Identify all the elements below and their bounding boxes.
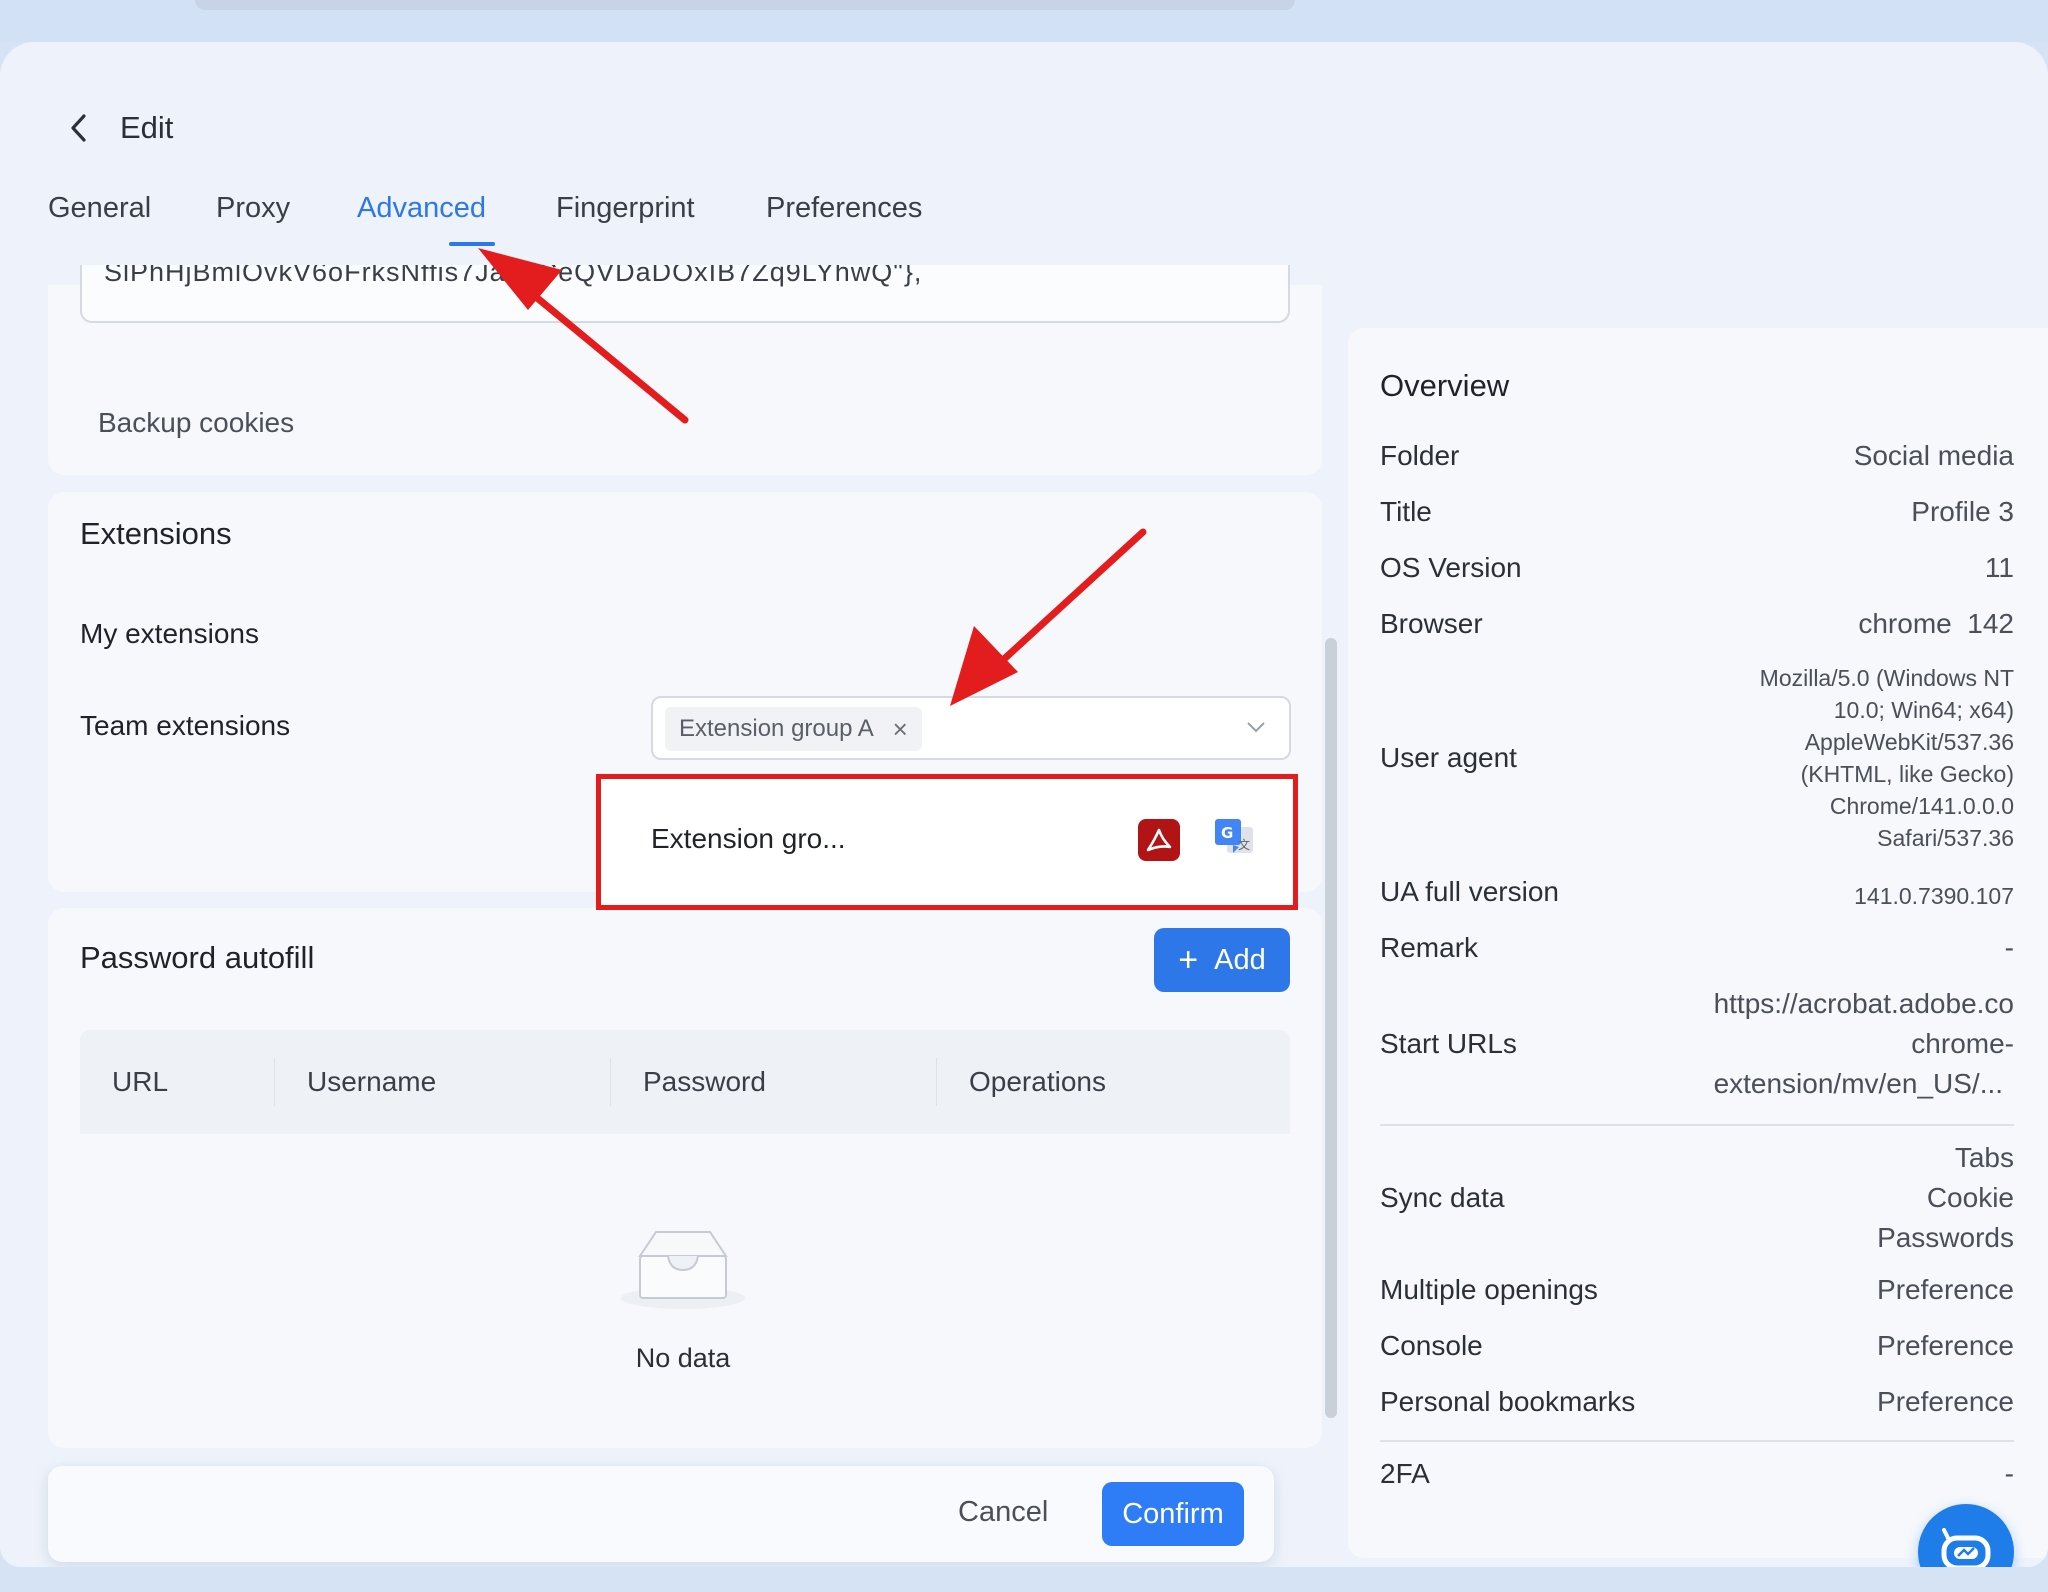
start-urls-value: https://acrobat.adobe.co chrome- extensi… [1714, 984, 2014, 1104]
cookies-card: SlPhHjBmlOvkV6oFrksNffis7Ja9gCeQVDaDOxIB… [48, 265, 1322, 475]
multiple-openings-label: Multiple openings [1380, 1274, 1598, 1305]
add-password-button[interactable]: + Add [1154, 928, 1290, 992]
column-password: Password [643, 1066, 766, 1097]
edit-window: Edit General Proxy Advanced Fingerprint … [0, 42, 2048, 1567]
remark-label: Remark [1380, 932, 1479, 963]
browser-value: chrome 142 [1858, 608, 2014, 639]
svg-text:文: 文 [1238, 837, 1250, 852]
column-divider [274, 1058, 275, 1106]
start-url-line[interactable]: chrome- [1714, 1024, 2014, 1064]
sync-data-item: Tabs [1954, 1142, 2014, 1173]
adobe-acrobat-icon [1138, 819, 1180, 861]
start-url-line[interactable]: https://acrobat.adobe.co [1714, 984, 2014, 1024]
team-extensions-select[interactable]: Extension group A × [651, 696, 1291, 760]
personal-bookmarks-value: Preference [1877, 1386, 2014, 1417]
overview-divider [1380, 1440, 2014, 1442]
twofa-label: 2FA [1380, 1458, 1430, 1489]
overview-row-sync-data: Sync data Tabs Cookie Passwords [1380, 1138, 2014, 1258]
console-value: Preference [1877, 1330, 2014, 1361]
google-translate-icon: G 文 [1215, 819, 1253, 853]
title-label: Title [1380, 496, 1432, 527]
tab-general[interactable]: General [48, 192, 151, 225]
top-bar-pill [195, 0, 1295, 10]
svg-text:G: G [1221, 824, 1233, 842]
password-autofill-card: Password autofill + Add URL Username Pas… [48, 908, 1322, 1448]
overview-title: Overview [1380, 368, 1510, 403]
footer-bar: Cancel Confirm [48, 1466, 1274, 1562]
user-agent-line: Mozilla/5.0 (Windows NT [1759, 665, 2014, 691]
close-icon[interactable]: × [893, 707, 908, 751]
overview-divider [1380, 1124, 2014, 1126]
column-username: Username [307, 1066, 437, 1097]
column-divider [936, 1058, 937, 1106]
user-agent-value: Mozilla/5.0 (Windows NT 10.0; Win64; x64… [1760, 662, 2014, 854]
multiple-openings-value: Preference [1877, 1274, 2014, 1305]
user-agent-line: AppleWebKit/537.36 [1804, 729, 2014, 755]
ua-full-version-value: 141.0.7390.107 [1854, 883, 2014, 909]
my-extensions-label: My extensions [80, 618, 259, 649]
user-agent-line: 10.0; Win64; x64) [1833, 697, 2014, 723]
tab-fingerprint[interactable]: Fingerprint [556, 192, 695, 225]
os-version-label: OS Version [1380, 552, 1522, 583]
plus-icon: + [1178, 941, 1199, 979]
back-header[interactable]: Edit [68, 108, 173, 148]
user-agent-line: Chrome/141.0.0.0 [1829, 793, 2014, 819]
start-url-line[interactable]: extension/mv/en_US/... [1714, 1064, 2014, 1104]
os-version-value: 11 [1984, 552, 2014, 583]
page-title: Edit [120, 110, 174, 145]
tab-proxy[interactable]: Proxy [216, 192, 290, 225]
no-data-text: No data [635, 1343, 731, 1373]
active-tab-indicator [449, 242, 495, 246]
personal-bookmarks-label: Personal bookmarks [1380, 1386, 1636, 1417]
top-bar [0, 0, 2048, 42]
ua-full-version-label: UA full version [1380, 876, 1559, 907]
selected-extension-tag-label: Extension group A [679, 715, 874, 742]
column-divider [610, 1058, 611, 1106]
robot-assistant-icon [1941, 1528, 1991, 1567]
team-extensions-label: Team extensions [80, 710, 291, 741]
scrollbar[interactable] [1325, 638, 1337, 1418]
cookies-value: SlPhHjBmlOvkV6oFrksNffis7Ja9gCeQVDaDOxIB… [104, 265, 923, 287]
overview-panel: Overview Folder Social media Title Profi… [1348, 328, 2048, 1558]
remark-value: - [2004, 932, 2014, 963]
extension-group-option-label: Extension gro... [651, 823, 846, 854]
extension-group-option[interactable]: Extension gro... G 文 [596, 774, 1298, 910]
overview-row-user-agent: User agent Mozilla/5.0 (Windows NT 10.0;… [1380, 662, 2014, 862]
empty-inbox-icon [621, 1231, 745, 1309]
user-agent-line: (KHTML, like Gecko) [1800, 761, 2014, 787]
sync-data-item: Cookie [1926, 1182, 2014, 1213]
column-operations: Operations [969, 1066, 1106, 1097]
tab-preferences[interactable]: Preferences [766, 192, 922, 225]
extensions-title: Extensions [80, 516, 232, 551]
title-value: Profile 3 [1911, 496, 2014, 527]
cancel-button[interactable]: Cancel [958, 1496, 1048, 1529]
chevron-down-icon[interactable] [1245, 716, 1267, 738]
empty-state: No data [608, 1226, 758, 1374]
sync-data-value: Tabs Cookie Passwords [1877, 1138, 2014, 1258]
password-table-header: URL Username Password Operations [80, 1030, 1290, 1134]
start-urls-label: Start URLs [1380, 1028, 1517, 1059]
folder-label: Folder [1380, 440, 1460, 471]
user-agent-line: Safari/537.36 [1877, 825, 2014, 851]
tab-advanced[interactable]: Advanced [357, 192, 486, 225]
cookies-textarea[interactable]: SlPhHjBmlOvkV6oFrksNffis7Ja9gCeQVDaDOxIB… [80, 265, 1290, 323]
overview-row-start-urls: Start URLs https://acrobat.adobe.co chro… [1380, 984, 2014, 1104]
browser-label: Browser [1380, 608, 1483, 639]
sync-data-label: Sync data [1380, 1182, 1505, 1213]
column-url: URL [112, 1066, 169, 1097]
chevron-left-icon[interactable] [68, 108, 92, 148]
twofa-value: - [2004, 1458, 2014, 1489]
folder-value: Social media [1853, 440, 2014, 471]
confirm-button[interactable]: Confirm [1102, 1482, 1244, 1546]
password-autofill-title: Password autofill [80, 940, 315, 975]
backup-cookies-link[interactable]: Backup cookies [98, 407, 294, 439]
user-agent-label: User agent [1380, 742, 1517, 773]
add-button-label: Add [1214, 943, 1266, 976]
selected-extension-tag: Extension group A × [665, 707, 922, 751]
robot-assistant-button[interactable] [1918, 1504, 2014, 1567]
sync-data-item: Passwords [1877, 1222, 2014, 1253]
console-label: Console [1380, 1330, 1483, 1361]
